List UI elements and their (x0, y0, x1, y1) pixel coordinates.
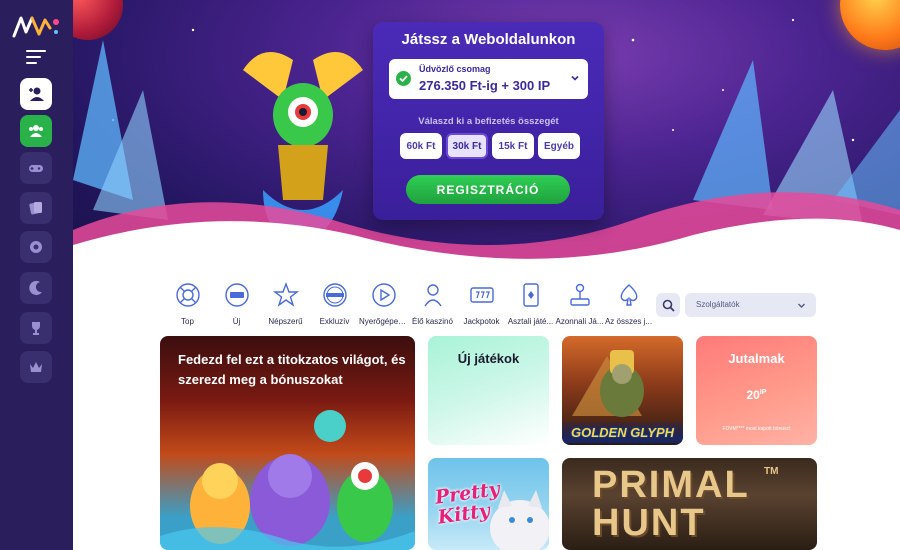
rewards-value: 20IP (696, 388, 817, 402)
sidebar (0, 0, 73, 550)
search-button[interactable] (656, 293, 680, 317)
bonus-label: Üdvözlő csomag (419, 64, 491, 74)
slot-777-icon (469, 287, 494, 303)
category-exclusive[interactable]: Exkluzív (310, 282, 359, 326)
category-new[interactable]: Új (212, 282, 261, 326)
deposit-amount-options: 60k Ft 30k Ft 15k Ft Egyéb (400, 133, 580, 159)
sidebar-item-vip[interactable] (20, 351, 52, 383)
new-games-tile[interactable]: Új játékok (428, 336, 549, 445)
category-live-casino[interactable]: Élő kaszinó (408, 282, 457, 326)
welcome-bonus-select[interactable]: Üdvözlő csomag 276.350 Ft-ig + 300 IP (389, 59, 588, 99)
sidebar-item-tournaments[interactable] (20, 312, 52, 344)
search-icon (662, 299, 675, 312)
page: Játssz a Weboldalunkon Üdvözlő csomag 27… (0, 0, 900, 550)
category-all-games[interactable]: Az összes j... (604, 282, 653, 326)
rewards-unit: IP (759, 389, 767, 396)
sidebar-item-table-games[interactable] (20, 192, 52, 224)
gamepad-icon (29, 165, 43, 172)
category-bar: Top Új Népszerű Exkluzív Nyerőgépes... É… (163, 282, 653, 326)
category-instant-games[interactable]: Azonnali Já... (555, 282, 604, 326)
category-label: Exkluzív (319, 317, 350, 326)
spade-icon (620, 284, 637, 306)
game-tile-primal-hunt[interactable]: PRIMAL HUNT TM (562, 458, 817, 550)
chevron-down-icon (571, 75, 579, 81)
menu-button[interactable] (26, 50, 46, 64)
category-label: Top (181, 317, 194, 326)
dealer-icon (423, 284, 442, 307)
category-label: Nyerőgépes... (359, 317, 408, 326)
new-badge-icon (224, 283, 249, 307)
new-games-title: Új játékok (457, 351, 520, 366)
lifebuoy-icon (175, 283, 200, 307)
game-tile-pretty-kitty[interactable]: Pretty Kitty (428, 458, 549, 550)
check-icon (396, 71, 411, 86)
card-icon (522, 283, 539, 307)
provider-select[interactable]: Szolgáltatók (685, 293, 816, 317)
category-label: Új (232, 317, 241, 326)
sidebar-item-live[interactable] (20, 231, 52, 263)
chevron-down-icon (798, 303, 805, 308)
category-top[interactable]: Top (163, 282, 212, 326)
category-label: Azonnali Já... (555, 317, 604, 326)
rewards-note: FDVM**** most kapott bónuszt (722, 426, 791, 432)
featured-characters-illustration (160, 410, 415, 550)
category-label: Élő kaszinó (412, 317, 453, 326)
rewards-title: Jutalmak (728, 351, 785, 366)
primal-hunt-title: PRIMAL HUNT (592, 464, 749, 544)
amount-option-other[interactable]: Egyéb (538, 133, 580, 159)
chip-icon (30, 241, 42, 253)
category-label: Asztali játé... (507, 317, 554, 326)
golden-glyph-title: GOLDEN GLYPH (562, 422, 683, 443)
rewards-tile[interactable]: Jutalmak 20IP FDVM**** most kapott bónus… (696, 336, 817, 445)
category-jackpots[interactable]: Jackpotok (457, 282, 506, 326)
category-label: Az összes j... (604, 317, 653, 326)
category-label: Népszerű (268, 317, 303, 326)
provider-select-label: Szolgáltatók (696, 300, 740, 309)
featured-promo-tile[interactable]: Fedezd fel ezt a titokzatos világot, és … (160, 336, 415, 550)
add-user-icon (29, 87, 44, 101)
featured-promo-title: Fedezd fel ezt a titokzatos világot, és … (178, 352, 406, 387)
bonus-amount: 276.350 Ft-ig + 300 IP (419, 78, 551, 93)
joystick-icon (569, 283, 590, 306)
category-table-games[interactable]: Asztali játé... (506, 282, 555, 326)
category-slots[interactable]: Nyerőgépes... (359, 282, 408, 326)
amount-option-60k[interactable]: 60k Ft (400, 133, 442, 159)
cards-icon (29, 202, 42, 215)
moon-icon (29, 280, 42, 295)
crown-icon (30, 362, 42, 372)
promo-title: Játssz a Weboldalunkon (401, 31, 576, 48)
trophy-icon (32, 322, 40, 335)
sidebar-item-promotions[interactable] (20, 272, 52, 304)
sidebar-item-games[interactable] (20, 152, 52, 184)
exclusive-badge-icon (322, 283, 347, 307)
amount-option-15k[interactable]: 15k Ft (492, 133, 534, 159)
category-label: Jackpotok (463, 317, 500, 326)
payment-amount-label: Válaszd ki a befizetés összegét (418, 116, 559, 127)
primal-hunt-trademark: TM (764, 466, 779, 477)
sidebar-item-community[interactable] (20, 115, 52, 147)
signup-promo-card: Játssz a Weboldalunkon Üdvözlő csomag 27… (373, 22, 604, 220)
play-icon (371, 283, 396, 307)
menu-bar (26, 56, 41, 58)
amount-option-30k[interactable]: 30k Ft (446, 133, 488, 159)
menu-bar (26, 62, 37, 64)
star-icon (272, 282, 299, 307)
rewards-amount: 20 (746, 388, 760, 402)
logo[interactable] (12, 14, 62, 38)
category-popular[interactable]: Népszerű (261, 282, 310, 326)
sidebar-item-register[interactable] (20, 78, 52, 110)
users-icon (29, 125, 43, 137)
menu-bar (26, 50, 46, 52)
game-tile-golden-glyph[interactable]: GOLDEN GLYPH (562, 336, 683, 445)
register-button[interactable]: REGISZTRÁCIÓ (406, 175, 570, 204)
